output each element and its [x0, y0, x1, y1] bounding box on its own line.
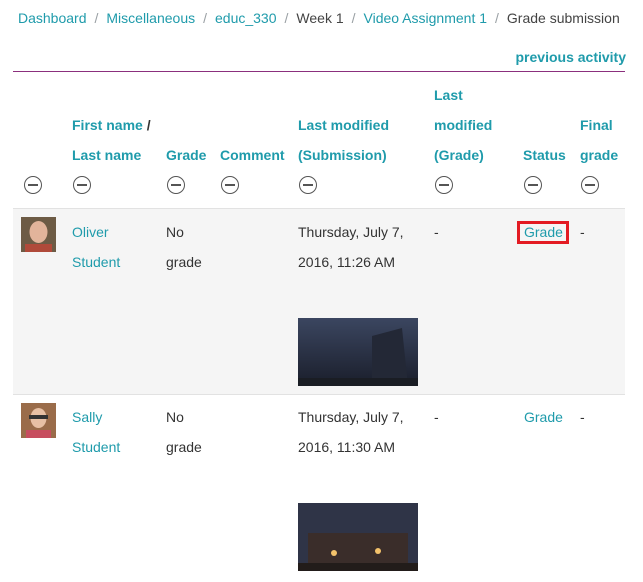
- breadcrumb-miscellaneous[interactable]: Miscellaneous: [106, 10, 195, 26]
- breadcrumb-course[interactable]: educ_330: [215, 10, 277, 26]
- sort-comment[interactable]: Comment: [220, 140, 285, 170]
- breadcrumb-separator: /: [351, 10, 356, 26]
- grade-text: No: [166, 224, 184, 240]
- header-label: modified: [434, 117, 493, 133]
- video-thumbnail[interactable]: [298, 318, 418, 386]
- grade-text: grade: [166, 439, 202, 455]
- modified-time: 2016, 11:30 AM: [298, 439, 396, 455]
- grade-text: No: [166, 409, 184, 425]
- last-name: Student: [72, 254, 121, 270]
- header-slash: /: [142, 117, 151, 133]
- hide-column-icon[interactable]: [581, 176, 599, 194]
- sort-last-modified-submission[interactable]: Last modified (Submission): [298, 110, 389, 170]
- breadcrumb: Dashboard / Miscellaneous / educ_330 / Week 1 /…: [18, 10, 620, 26]
- user-name-link[interactable]: Oliver Student: [72, 217, 120, 277]
- first-name: Oliver: [72, 224, 109, 240]
- last-modified-cell: Thursday, July 7, 2016, 11:26 AM: [298, 217, 404, 277]
- last-modified-cell: Thursday, July 7, 2016, 11:30 AM: [298, 402, 404, 462]
- sort-last-modified-grade[interactable]: Last modified (Grade): [434, 80, 492, 170]
- sort-status[interactable]: Status: [523, 140, 566, 170]
- hide-column-icon[interactable]: [24, 176, 42, 194]
- user-name-link[interactable]: Sally Student: [72, 402, 120, 462]
- grade-highlight-box: [517, 221, 569, 244]
- header-label: Last: [434, 87, 463, 103]
- avatar: [21, 217, 56, 252]
- sort-final-grade[interactable]: Final grade: [580, 110, 618, 170]
- breadcrumb-dashboard[interactable]: Dashboard: [18, 10, 87, 26]
- avatar-image: [21, 217, 56, 252]
- final-grade-cell: -: [580, 224, 585, 240]
- modified-grade-cell: -: [434, 224, 439, 240]
- modified-date: Thursday, July 7,: [298, 224, 404, 240]
- breadcrumb-separator: /: [495, 10, 499, 26]
- header-label: Final: [580, 117, 613, 133]
- avatar: [21, 403, 56, 438]
- header-label: (Submission): [298, 147, 387, 163]
- sort-first-name[interactable]: First name: [72, 117, 143, 133]
- video-thumbnail[interactable]: [298, 503, 418, 571]
- video-thumbnail-image: [298, 503, 418, 571]
- grade-cell: No grade: [166, 402, 202, 462]
- last-name: Student: [72, 439, 121, 455]
- hide-column-icon[interactable]: [167, 176, 185, 194]
- breadcrumb-separator: /: [94, 10, 99, 26]
- avatar-image: [21, 403, 56, 438]
- final-grade-cell: -: [580, 409, 585, 425]
- grade-cell: No grade: [166, 217, 202, 277]
- hide-column-icon[interactable]: [299, 176, 317, 194]
- breadcrumb-week: Week 1: [296, 10, 344, 26]
- video-thumbnail-image: [298, 318, 418, 386]
- sort-last-name[interactable]: Last name: [72, 147, 141, 163]
- breadcrumb-separator: /: [284, 10, 289, 26]
- modified-time: 2016, 11:26 AM: [298, 254, 396, 270]
- header-first-last-name: First name / Last name: [72, 110, 151, 170]
- header-divider: [13, 71, 625, 72]
- header-label: grade: [580, 147, 619, 163]
- header-label: (Grade): [434, 147, 484, 163]
- hide-column-icon[interactable]: [73, 176, 91, 194]
- previous-activity-link[interactable]: previous activity: [516, 49, 627, 65]
- header-label: Last modified: [298, 117, 390, 133]
- modified-grade-cell: -: [434, 409, 439, 425]
- hide-column-icon[interactable]: [524, 176, 542, 194]
- hide-column-icon[interactable]: [435, 176, 453, 194]
- modified-date: Thursday, July 7,: [298, 409, 404, 425]
- grade-text: grade: [166, 254, 202, 270]
- breadcrumb-assignment[interactable]: Video Assignment 1: [364, 10, 488, 26]
- hide-column-icon[interactable]: [221, 176, 239, 194]
- grade-button[interactable]: Grade: [524, 402, 563, 432]
- first-name: Sally: [72, 409, 103, 425]
- sort-grade[interactable]: Grade: [166, 140, 206, 170]
- breadcrumb-separator: /: [203, 10, 207, 26]
- breadcrumb-current: Grade submission: [506, 10, 620, 26]
